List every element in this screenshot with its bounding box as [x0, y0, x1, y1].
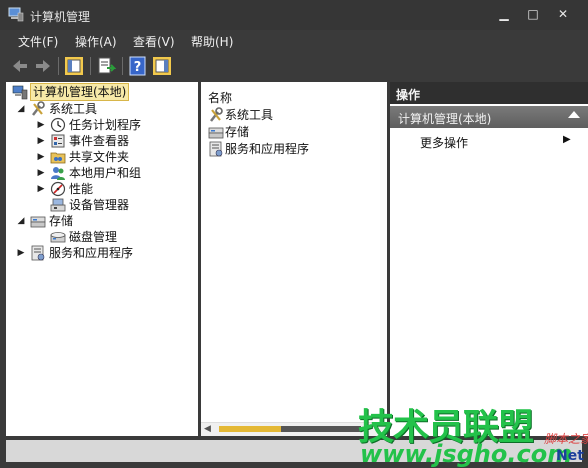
back-arrow-icon[interactable] [10, 56, 30, 76]
computer-management-window: 计算机管理 ▁ □ ✕ 文件(F) 操作(A) 查看(V) 帮助(H) ? 计算… [0, 0, 588, 468]
watermark-url: www.jsgho.com [360, 440, 573, 468]
actions-section-label: 计算机管理(本地) [398, 112, 492, 126]
shared-folders-icon [50, 152, 66, 164]
services-apps-icon [31, 245, 45, 261]
list-item-label: 存储 [225, 125, 250, 139]
tree-item-label: 性能 [69, 182, 94, 196]
tree-item-label: 事件查看器 [69, 134, 130, 148]
tree-item-label: 服务和应用程序 [49, 246, 134, 260]
window-title: 计算机管理 [30, 10, 91, 24]
more-actions-item[interactable]: 更多操作 [420, 134, 468, 151]
column-header-name[interactable]: 名称 [208, 89, 232, 106]
tree-item-task-scheduler[interactable]: ▶ 任务计划程序 [36, 117, 196, 133]
menu-view[interactable]: 查看(V) [133, 33, 175, 50]
close-button[interactable]: ✕ [553, 4, 573, 24]
event-viewer-icon [51, 134, 65, 148]
tree-item-device-manager[interactable]: 设备管理器 [36, 197, 196, 213]
tree-item-services-apps[interactable]: ▶ 服务和应用程序 [16, 245, 192, 261]
watermark-site-name: 脚本之家 [544, 432, 588, 446]
system-tools-icon [32, 101, 45, 116]
svg-text:?: ? [134, 60, 142, 75]
maximize-button[interactable]: □ [523, 4, 543, 24]
expander-placeholder [36, 197, 46, 213]
show-console-tree-icon[interactable] [64, 56, 84, 76]
collapse-section-icon[interactable] [568, 111, 580, 118]
menu-help[interactable]: 帮助(H) [191, 33, 233, 50]
expand-icon[interactable]: ▶ [36, 165, 46, 181]
expand-icon[interactable]: ▶ [36, 117, 46, 133]
device-manager-icon [50, 198, 66, 212]
scrollbar-thumb[interactable] [219, 426, 281, 432]
toolbar: ? [0, 52, 588, 80]
tree-item-local-users[interactable]: ▶ 本地用户和组 [36, 165, 196, 181]
tree-item-performance[interactable]: ▶ 性能 [36, 181, 196, 197]
watermark-net: Net [556, 448, 584, 464]
action-pane-icon[interactable] [152, 56, 172, 76]
actions-pane: 操作 计算机管理(本地) 更多操作 ▶ [390, 82, 588, 436]
tree-item-event-viewer[interactable]: ▶ 事件查看器 [36, 133, 196, 149]
forward-arrow-icon[interactable] [33, 56, 53, 76]
expand-icon[interactable]: ▶ [36, 181, 46, 197]
tree-root-computer-management[interactable]: 计算机管理(本地) [10, 83, 196, 101]
system-tools-icon [210, 107, 223, 122]
tree-item-disk-management[interactable]: 磁盘管理 [36, 229, 196, 245]
tree-item-label: 存储 [49, 214, 74, 228]
list-item-label: 服务和应用程序 [225, 142, 310, 156]
disk-management-icon [50, 232, 66, 243]
minimize-button[interactable]: ▁ [494, 4, 514, 24]
results-list-pane: 名称 系统工具 存储 服务和应用程序 ◀ [201, 82, 387, 436]
computer-management-icon [8, 7, 24, 22]
actions-section-header[interactable]: 计算机管理(本地) [390, 106, 588, 128]
collapse-icon[interactable]: ◢ [16, 101, 26, 117]
tree-item-shared-folders[interactable]: ▶ 共享文件夹 [36, 149, 196, 165]
expand-icon[interactable]: ▶ [36, 133, 46, 149]
performance-icon [50, 181, 66, 197]
collapse-icon[interactable]: ◢ [16, 213, 26, 229]
menu-bar: 文件(F) 操作(A) 查看(V) 帮助(H) [0, 30, 588, 52]
tree-item-label: 本地用户和组 [69, 166, 142, 180]
submenu-arrow-icon[interactable]: ▶ [563, 134, 571, 145]
expander-placeholder [36, 229, 46, 245]
tree-item-label: 设备管理器 [69, 198, 130, 212]
actions-pane-title: 操作 [390, 82, 588, 104]
tree-item-label: 磁盘管理 [69, 230, 118, 244]
tree-item-label: 系统工具 [49, 102, 98, 116]
tree-item-label: 共享文件夹 [69, 150, 130, 164]
task-scheduler-icon [50, 117, 66, 133]
local-users-icon [51, 167, 65, 180]
menu-file[interactable]: 文件(F) [18, 33, 58, 50]
tree-item-storage[interactable]: ◢ 存储 [16, 213, 192, 229]
toolbar-separator [58, 57, 59, 75]
storage-icon [30, 216, 46, 228]
tree-root-label: 计算机管理(本地) [30, 83, 130, 101]
services-apps-icon [209, 141, 223, 157]
expand-icon[interactable]: ▶ [16, 245, 26, 261]
tree-item-label: 任务计划程序 [69, 118, 142, 132]
toolbar-separator [90, 57, 91, 75]
storage-icon [208, 127, 224, 139]
scrollbar-track[interactable] [281, 426, 361, 432]
computer-management-icon [12, 85, 28, 100]
export-list-icon[interactable] [96, 56, 116, 76]
toolbar-separator [122, 57, 123, 75]
console-tree-pane: 计算机管理(本地) ◢ 系统工具 ▶ 任务计划程序 ▶ 事件查看器 ▶ 共享文件… [6, 82, 198, 436]
list-item-label: 系统工具 [225, 108, 274, 122]
menu-action[interactable]: 操作(A) [75, 33, 117, 50]
help-icon[interactable]: ? [128, 56, 148, 76]
scroll-left-icon[interactable]: ◀ [204, 424, 211, 434]
title-bar: 计算机管理 ▁ □ ✕ [0, 0, 588, 30]
expand-icon[interactable]: ▶ [36, 149, 46, 165]
tree-item-system-tools[interactable]: ◢ 系统工具 [16, 101, 192, 117]
